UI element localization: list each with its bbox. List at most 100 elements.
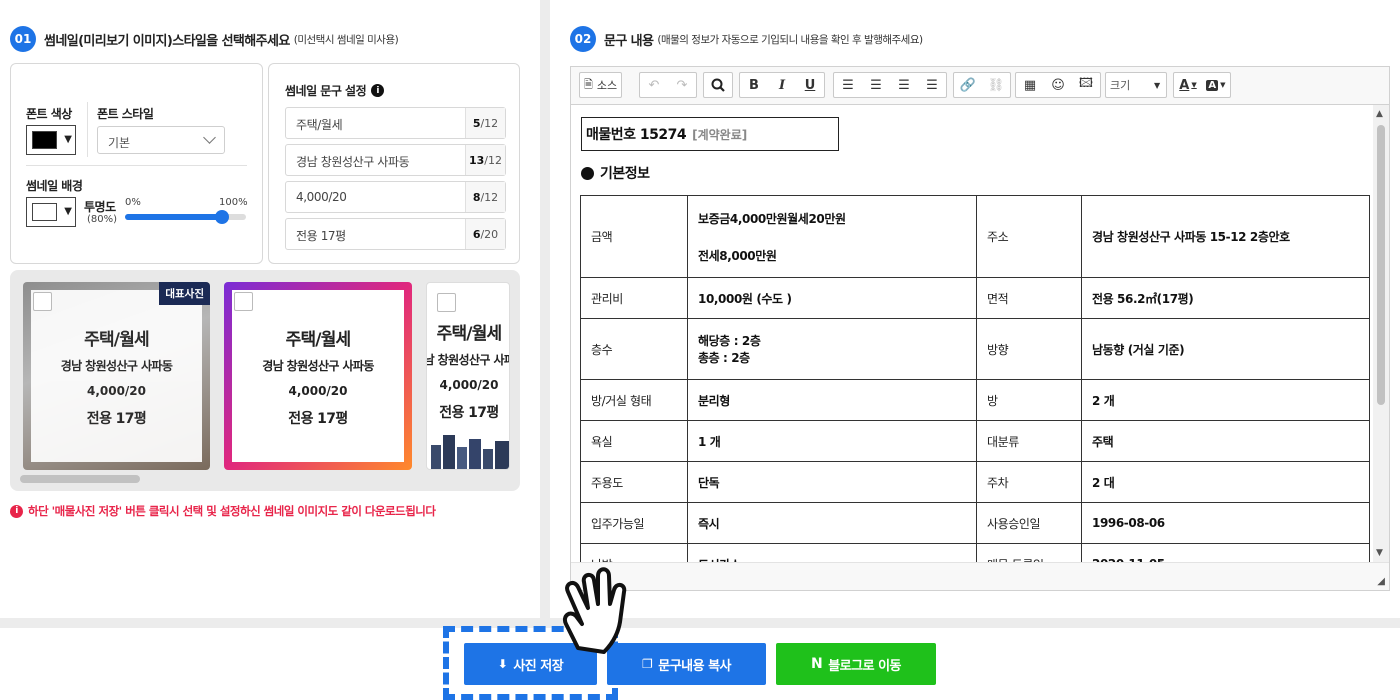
editor-content[interactable]: 매물번호 15274 [계약완료] 기본정보 금액 보증금4,000만원월세20… xyxy=(571,105,1373,562)
table-cell-value: 10,000원 (수도 ) xyxy=(687,277,977,319)
thumbnail-text-box: 썸네일 문구 설정 i 주택/월세 5/12 경남 창원성산구 사파동 13/1… xyxy=(268,63,520,264)
bg-color-button[interactable]: A ▼ xyxy=(1202,73,1230,97)
search-icon[interactable] xyxy=(704,73,732,97)
bold-icon[interactable]: B xyxy=(740,73,768,97)
scroll-up-icon[interactable]: ▲ xyxy=(1376,109,1383,119)
divider xyxy=(87,102,88,157)
dropdown-arrow-icon: ▼ xyxy=(1191,81,1197,89)
table-cell-label: 주용도 xyxy=(580,461,688,503)
card-line-4: 전용 17평 xyxy=(439,405,499,421)
opacity-label: 투명도 xyxy=(84,200,116,214)
info-icon[interactable]: i xyxy=(371,84,385,97)
step1-subtitle: (미선택시 썸네일 미사용) xyxy=(293,33,399,46)
text-color-icon: A xyxy=(1179,77,1190,93)
opacity-slider-fill xyxy=(125,214,222,220)
scroll-down-icon[interactable]: ▼ xyxy=(1376,548,1383,558)
step2-number: 02 xyxy=(570,26,596,52)
align-center-icon[interactable]: ☰ xyxy=(862,73,890,97)
bg-color-icon: A xyxy=(1206,79,1219,91)
thumbnail-text-line-1[interactable]: 주택/월세 5/12 xyxy=(285,107,506,139)
italic-icon[interactable]: I xyxy=(768,73,796,97)
bullet-icon xyxy=(581,166,594,180)
text-line-value: 경남 창원성산구 사파동 xyxy=(296,155,410,169)
align-left-icon[interactable]: ☰ xyxy=(834,73,862,97)
city-skyline-image xyxy=(431,435,509,469)
card-line-1: 주택/월세 xyxy=(285,329,352,350)
table-icon[interactable]: ▦ xyxy=(1016,73,1044,97)
image-icon[interactable]: 🖾 xyxy=(1072,73,1100,97)
info-icon: i xyxy=(10,504,23,518)
source-label: 소스 xyxy=(596,79,618,92)
floor-line-2: 총층 : 2층 xyxy=(698,351,750,365)
resize-grip-icon[interactable]: ◢ xyxy=(1377,576,1385,587)
price-line-1: 보증금4,000만원월세20만원 xyxy=(698,211,846,226)
char-count: 13/12 xyxy=(465,145,505,175)
table-cell-label: 방 xyxy=(976,379,1082,421)
thumbnail-card-1[interactable]: 대표사진 주택/월세 경남 창원성산구 사파동 4,000/20 전용 17평 xyxy=(23,282,210,470)
scrollbar-thumb[interactable] xyxy=(1377,125,1385,405)
card-checkbox[interactable] xyxy=(33,292,52,311)
card-line-3: 4,000/20 xyxy=(288,383,348,398)
font-style-select[interactable]: 기본 xyxy=(97,126,225,154)
source-button[interactable]: 🗎 소스 xyxy=(580,73,621,97)
step1-header: 01 썸네일(미리보기 이미지)스타일을 선택해주세요 (미선택시 썸네일 미사… xyxy=(10,26,399,52)
emoticon-icon[interactable]: ☺ xyxy=(1044,73,1072,97)
card-checkbox[interactable] xyxy=(437,293,456,312)
font-style-label: 폰트 스타일 xyxy=(97,107,154,121)
card-checkbox[interactable] xyxy=(234,292,253,311)
thumbnail-card-3[interactable]: 주택/월세 경남 창원성산구 사파동 4,000/20 전용 17평 xyxy=(426,282,510,470)
thumbnail-card-2[interactable]: 주택/월세 경남 창원성산구 사파동 4,000/20 전용 17평 xyxy=(224,282,412,470)
content-editor-panel: 02 문구 내용 (매물의 정보가 자동으로 기입되니 내용을 확인 후 발행해… xyxy=(550,0,1400,618)
style-settings-box: 폰트 색상 ▼ 폰트 스타일 기본 썸네일 배경 ▼ 투명도 (80%) 0% … xyxy=(10,63,263,264)
card-line-1: 주택/월세 xyxy=(84,329,150,350)
card-text-area: 주택/월세 경남 창원성산구 사파동 4,000/20 전용 17평 xyxy=(31,290,202,462)
text-color-button[interactable]: A ▼ xyxy=(1174,73,1202,97)
go-to-blog-button[interactable]: N 블로그로 이동 xyxy=(776,643,936,685)
underline-icon[interactable]: U xyxy=(796,73,824,97)
dropdown-arrow-icon: ▼ xyxy=(64,134,72,145)
undo-icon[interactable]: ↶ xyxy=(640,73,668,97)
action-bar: ⬇ 사진 저장 ❐ 문구내용 복사 N 블로그로 이동 xyxy=(0,626,1400,700)
text-line-value: 주택/월세 xyxy=(296,118,343,132)
table-row: 욕실 1 개 대분류 주택 xyxy=(580,420,1370,462)
font-color-chip xyxy=(32,131,57,149)
dropdown-arrow-icon: ▼ xyxy=(1154,80,1161,90)
align-group: ☰ ☰ ☰ ☰ xyxy=(833,72,947,98)
card-line-1: 주택/월세 xyxy=(436,324,503,344)
font-color-picker[interactable]: ▼ xyxy=(26,125,76,155)
link-icon[interactable]: 🔗 xyxy=(954,73,982,97)
thumbnail-text-line-3[interactable]: 4,000/20 8/12 xyxy=(285,181,506,213)
unlink-icon[interactable]: ⛓ xyxy=(982,73,1010,97)
char-count-max: /12 xyxy=(480,190,499,204)
thumbnail-text-line-4[interactable]: 전용 17평 6/20 xyxy=(285,218,506,250)
align-justify-icon[interactable]: ☰ xyxy=(918,73,946,97)
download-notice-text: 하단 '매물사진 저장' 버튼 클릭시 선택 및 설정하신 썸네일 이미지도 같… xyxy=(28,504,436,518)
font-size-select[interactable]: 크기 ▼ xyxy=(1105,72,1167,98)
table-cell-value: 1996-08-06 xyxy=(1081,502,1370,544)
format-group: B I U xyxy=(739,72,825,98)
text-line-value: 4,000/20 xyxy=(296,190,347,204)
redo-icon[interactable]: ↷ xyxy=(668,73,696,97)
table-cell-value: 즉시 xyxy=(687,502,977,544)
download-notice: i 하단 '매물사진 저장' 버튼 클릭시 선택 및 설정하신 썸네일 이미지도… xyxy=(10,503,436,519)
thumbnail-text-line-2[interactable]: 경남 창원성산구 사파동 13/12 xyxy=(285,144,506,176)
align-right-icon[interactable]: ☰ xyxy=(890,73,918,97)
table-row: 주용도 단독 주차 2 대 xyxy=(580,461,1370,503)
table-cell-value: 주택 xyxy=(1081,420,1370,462)
table-cell-label: 방향 xyxy=(976,318,1082,380)
color-group: A ▼ A ▼ xyxy=(1173,72,1231,98)
card-line-2: 경남 창원성산구 사파동 xyxy=(262,358,374,373)
editor-scrollbar[interactable]: ▲ ▼ xyxy=(1373,105,1389,562)
table-cell-label: 층수 xyxy=(580,318,688,380)
table-row: 난방 도시가스 매물 등록일 2020-11-05 xyxy=(580,543,1370,562)
table-cell-label: 방/거실 형태 xyxy=(580,379,688,421)
thumbnail-bg-picker[interactable]: ▼ xyxy=(26,197,76,227)
step1-number: 01 xyxy=(10,26,36,52)
section-heading-text: 기본정보 xyxy=(600,166,650,182)
listing-number: 매물번호 15274 xyxy=(586,127,687,143)
card-line-2: 경남 창원성산구 사파동 xyxy=(60,358,173,373)
carousel-scrollbar[interactable] xyxy=(20,475,140,483)
table-cell-value: 2020-11-05 xyxy=(1081,543,1370,562)
opacity-slider-handle[interactable] xyxy=(214,210,229,224)
table-cell-label: 주소 xyxy=(976,195,1082,278)
